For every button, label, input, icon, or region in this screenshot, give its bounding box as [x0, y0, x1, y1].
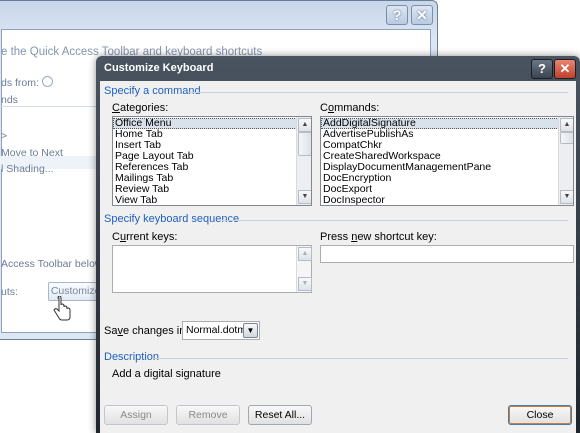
dialog-title: Customize Keyboard	[104, 62, 214, 74]
bg-toolbar-below-text: Access Toolbar below t	[1, 258, 109, 270]
current-keys-scrollbar[interactable]: ▲ ▼	[296, 246, 312, 292]
categories-scrollbar[interactable]: ▲ ▼	[296, 117, 311, 205]
help-button[interactable]: ?	[531, 59, 553, 79]
scroll-up-icon[interactable]: ▲	[560, 118, 573, 132]
categories-label: Categories:	[112, 102, 169, 114]
scroll-down-icon[interactable]: ▼	[298, 277, 312, 291]
description-text: Add a digital signature	[112, 368, 221, 380]
bg-list-item[interactable]: Move to Next	[1, 147, 63, 159]
save-changes-value: Normal.dotm	[186, 324, 247, 336]
bg-list-item[interactable]: >	[1, 130, 7, 142]
description-label: Description	[104, 351, 160, 363]
bg-list-item[interactable]: l Shading...	[1, 163, 54, 175]
bg-close-button[interactable]: ✕	[411, 5, 433, 25]
bg-help-button[interactable]: ?	[386, 5, 408, 25]
info-circle-icon	[41, 76, 53, 87]
hand-pointer-icon	[53, 296, 71, 321]
scroll-up-icon[interactable]: ▲	[298, 247, 312, 261]
commands-listbox[interactable]: AddDigitalSignature AdvertisePublishAs C…	[320, 116, 574, 206]
close-button[interactable]: Close	[508, 405, 572, 425]
divider	[154, 358, 568, 359]
scroll-down-icon[interactable]: ▼	[560, 190, 573, 204]
scroll-down-icon[interactable]: ▼	[298, 190, 311, 204]
scroll-up-icon[interactable]: ▲	[298, 118, 311, 132]
close-x-button[interactable]: ✕	[554, 59, 576, 79]
bg-shortcuts-label: uts:	[1, 286, 18, 298]
divider	[188, 92, 568, 93]
divider	[222, 220, 568, 221]
scroll-thumb[interactable]	[560, 132, 573, 144]
current-keys-listbox[interactable]: ▲ ▼	[112, 245, 312, 293]
dialog-body: Specify a command Categories: Office Men…	[100, 81, 576, 433]
specify-command-label: Specify a command	[104, 85, 201, 97]
chevron-down-icon[interactable]: ▼	[243, 323, 258, 338]
reset-all-button[interactable]: Reset All...	[248, 405, 312, 425]
commands-scrollbar[interactable]: ▲ ▼	[558, 117, 573, 205]
current-keys-label: Current keys:	[112, 231, 178, 243]
specify-keyboard-label: Specify keyboard sequence	[104, 213, 240, 225]
category-item[interactable]: View Tab	[113, 195, 311, 206]
scroll-thumb[interactable]	[298, 132, 311, 156]
categories-listbox[interactable]: Office Menu Home Tab Insert Tab Page Lay…	[112, 116, 312, 206]
new-shortcut-label: Press new shortcut key:	[320, 231, 437, 243]
command-item[interactable]: DocInspector	[321, 195, 573, 206]
new-shortcut-input[interactable]	[320, 245, 574, 263]
save-changes-select[interactable]: Normal.dotm ▼	[182, 321, 260, 340]
save-changes-label: Save changes in:	[104, 325, 189, 337]
assign-button[interactable]: Assign	[104, 405, 168, 425]
customize-keyboard-dialog: Customize Keyboard ? ✕ Specify a command…	[96, 56, 580, 433]
bg-choose-from-value: nds	[1, 94, 18, 106]
remove-button[interactable]: Remove	[176, 405, 240, 425]
commands-label: Commands:	[320, 102, 380, 114]
